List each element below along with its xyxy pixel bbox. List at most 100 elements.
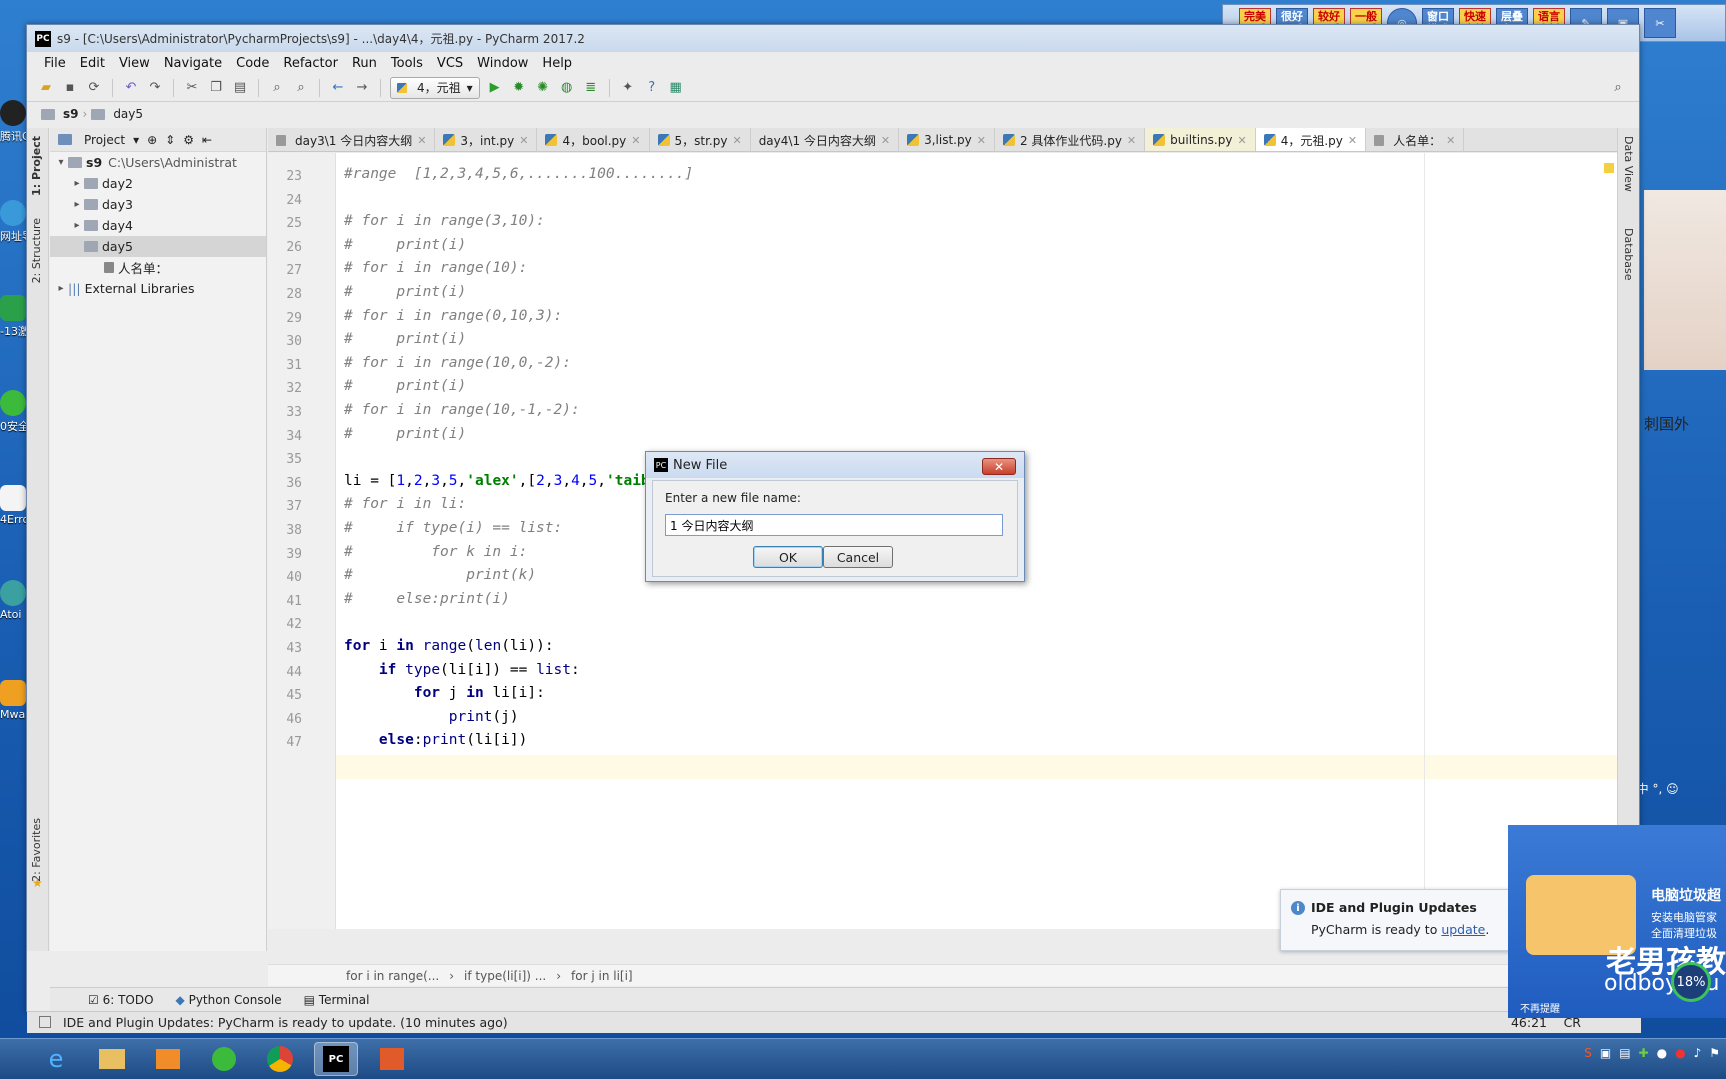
tab-names[interactable]: 人名单： ✕ (1366, 128, 1465, 151)
tab-list[interactable]: 3,list.py ✕ (899, 128, 995, 151)
menu-vcs[interactable]: VCS (430, 56, 470, 71)
tab-bool[interactable]: 4，bool.py ✕ (537, 128, 650, 151)
close-icon[interactable]: ✕ (1348, 134, 1357, 147)
run-icon[interactable]: ▶ (486, 79, 504, 97)
menu-run[interactable]: Run (345, 56, 384, 71)
ok-button[interactable]: OK (753, 546, 823, 568)
desktop-icon-qq[interactable]: 腾讯Q (0, 100, 28, 144)
menu-code[interactable]: Code (229, 56, 276, 71)
code-line[interactable]: li = [1,2,3,5,'alex',[2,3,4,5,'taib (344, 473, 650, 489)
code-line[interactable]: # if type(i) == list: (344, 520, 562, 536)
desktop-icon-mwa[interactable]: Mwa orks (0, 680, 28, 721)
tool-tab-database[interactable]: Database (1622, 228, 1635, 281)
close-button[interactable]: ✕ (982, 458, 1016, 475)
status-message[interactable]: IDE and Plugin Updates: PyCharm is ready… (63, 1015, 508, 1030)
redo-icon[interactable]: ↷ (146, 79, 164, 97)
tool-tab-favorites[interactable]: 2: Favorites (30, 818, 43, 882)
desktop-icon-browser[interactable]: 网址导 (0, 200, 28, 244)
code-line[interactable]: # print(i) (344, 284, 466, 300)
network-icon[interactable]: ▤ (1619, 1046, 1630, 1060)
menu-refactor[interactable]: Refactor (276, 56, 345, 71)
tool-tab-todo[interactable]: ☑ 6: TODO (88, 993, 154, 1007)
desktop-icon-security[interactable]: 0安全器 (0, 390, 28, 434)
debug-icon[interactable]: ✹ (510, 79, 528, 97)
security-tray-icon[interactable]: ✚ (1639, 1046, 1649, 1060)
hide-icon[interactable]: ⇤ (202, 133, 212, 147)
tool-tab-project[interactable]: 1: Project (30, 136, 43, 196)
sogou-tray-icon[interactable]: S (1584, 1046, 1592, 1060)
code-line[interactable]: # for i in range(10,-1,-2): (344, 402, 580, 418)
forward-icon[interactable]: → (353, 79, 371, 97)
tree-item-s9[interactable]: ▾ s9 C:\Users\Administrat (50, 152, 266, 173)
file-explorer-icon[interactable] (90, 1042, 134, 1076)
find-icon[interactable]: ⌕ (268, 79, 286, 97)
copy-icon[interactable]: ❐ (207, 79, 225, 97)
close-icon[interactable]: ✕ (631, 134, 640, 147)
sync-icon[interactable]: ⟳ (85, 79, 103, 97)
qq-tray-icon[interactable]: ● (1657, 1046, 1667, 1060)
cancel-button[interactable]: Cancel (823, 546, 893, 568)
ie-icon[interactable]: e (34, 1042, 78, 1076)
vcs-icon[interactable]: ▦ (667, 79, 685, 97)
replace-icon[interactable]: ⌕ (292, 79, 310, 97)
code-line[interactable]: # print(k) (344, 567, 536, 583)
close-icon[interactable]: ✕ (417, 134, 426, 147)
code-line[interactable]: # for i in li: (344, 496, 466, 512)
gear-icon[interactable]: ⚙ (183, 133, 194, 147)
code-line[interactable]: if type(li[i]) == list: (344, 662, 580, 678)
breadcrumb-item[interactable]: for i in range(... (346, 969, 439, 983)
close-icon[interactable]: ✕ (977, 134, 986, 147)
tab-day4-outline[interactable]: day4\1 今日内容大纲 ✕ (751, 128, 900, 151)
tab-tuple[interactable]: 4，元祖.py ✕ (1255, 128, 1367, 151)
update-link[interactable]: update (1441, 922, 1485, 937)
record-icon[interactable]: ● (1675, 1046, 1685, 1060)
profile-icon[interactable]: ◍ (558, 79, 576, 97)
desktop-icon-tool[interactable]: -13激具.ex (0, 295, 28, 339)
undo-icon[interactable]: ↶ (122, 79, 140, 97)
menu-view[interactable]: View (112, 56, 157, 71)
menu-tools[interactable]: Tools (384, 56, 430, 71)
close-icon[interactable]: ✕ (732, 134, 741, 147)
code-line[interactable]: # for i in range(3,10): (344, 213, 545, 229)
code-line[interactable]: # for i in range(10): (344, 260, 527, 276)
concurrency-icon[interactable]: ≣ (582, 79, 600, 97)
security-app-icon[interactable] (202, 1042, 246, 1076)
menu-navigate[interactable]: Navigate (157, 56, 229, 71)
menu-help[interactable]: Help (535, 56, 579, 71)
code-line[interactable]: for j in li[i]: (344, 685, 545, 701)
chrome-icon[interactable] (258, 1042, 302, 1076)
tab-homework[interactable]: 2 具体作业代码.py ✕ (995, 128, 1146, 151)
close-icon[interactable]: ✕ (881, 134, 890, 147)
tab-str[interactable]: 5，str.py ✕ (650, 128, 751, 151)
project-view-select[interactable]: Project (84, 133, 125, 147)
pycharm-taskbar-icon[interactable]: PC (314, 1042, 358, 1076)
close-icon[interactable]: ✕ (519, 134, 528, 147)
run-configuration-select[interactable]: 4，元祖 ▾ (390, 76, 480, 99)
toggle-tool-windows-icon[interactable] (39, 1016, 51, 1028)
close-icon[interactable]: ✕ (1127, 134, 1136, 147)
tab-day3-outline[interactable]: day3\1 今日内容大纲 ✕ (268, 128, 436, 151)
back-icon[interactable]: ← (329, 79, 347, 97)
code-line[interactable]: # for k in i: (344, 544, 527, 560)
tool-tab-structure[interactable]: 2: Structure (30, 218, 43, 283)
code-line[interactable]: # print(i) (344, 237, 466, 253)
cleanup-ad-popup[interactable]: 电脑垃圾超 安装电脑管家 全面清理垃圾 老男孩教 oldboyedu 18% 不… (1508, 825, 1726, 1018)
tree-item-day5[interactable]: day5 (50, 236, 266, 257)
search-everywhere-icon[interactable]: ⌕ (1609, 79, 1627, 97)
target-icon[interactable]: ⊕ (147, 133, 157, 147)
close-icon[interactable]: ✕ (1237, 134, 1246, 147)
settings-wrench-icon[interactable]: ✦ (619, 79, 637, 97)
code-line[interactable]: print(j) (344, 709, 519, 725)
tree-item-file[interactable]: 人名单： (50, 257, 266, 278)
coverage-icon[interactable]: ✺ (534, 79, 552, 97)
presentation-icon[interactable] (370, 1042, 414, 1076)
tree-item-day4[interactable]: ▸ day4 (50, 215, 266, 236)
tool-tab-data-view[interactable]: Data View (1622, 136, 1635, 192)
save-icon[interactable]: ▪ (61, 79, 79, 97)
close-icon[interactable]: ✕ (1446, 134, 1455, 147)
tray-icon[interactable]: ▣ (1600, 1046, 1611, 1060)
cut-icon[interactable]: ✂ (183, 79, 201, 97)
code-line[interactable]: for i in range(len(li)): (344, 638, 554, 654)
nav-crumb-project[interactable]: s9 (63, 107, 79, 121)
tab-builtins[interactable]: builtins.py ✕ (1145, 128, 1256, 151)
